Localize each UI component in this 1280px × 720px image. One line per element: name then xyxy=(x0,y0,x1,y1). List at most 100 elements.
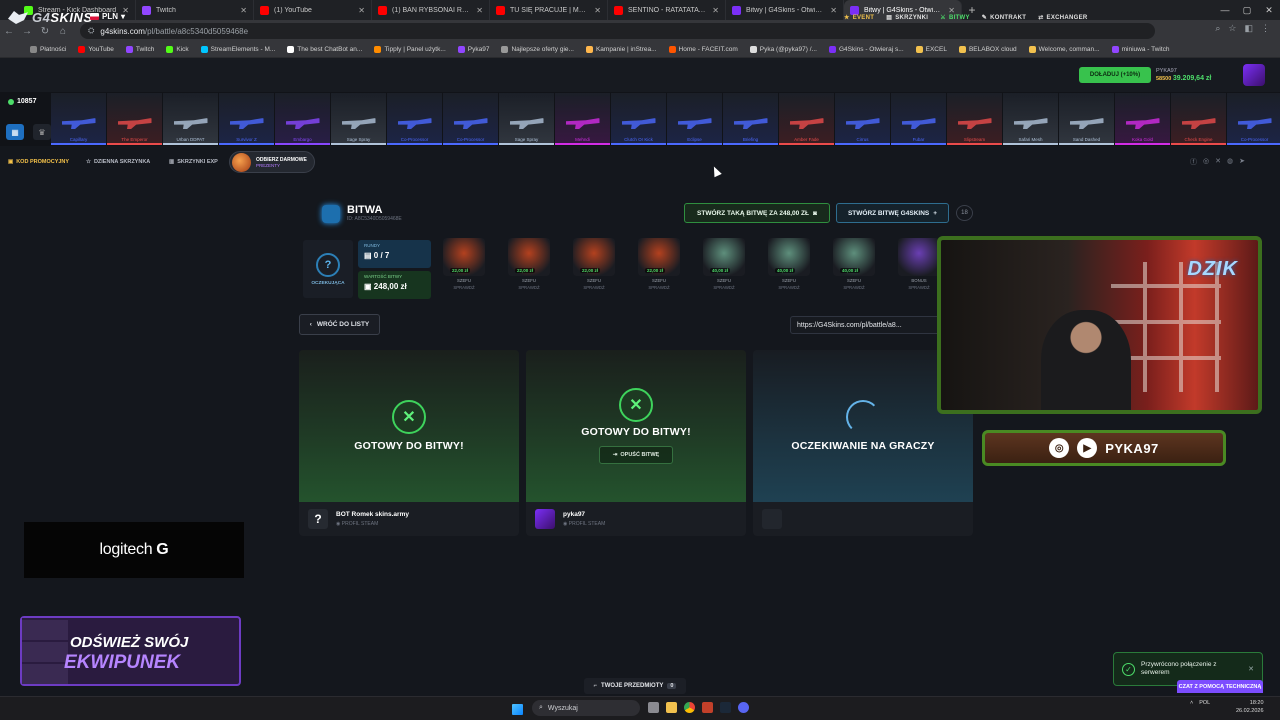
facebook-icon[interactable]: ⓕ xyxy=(1190,157,1197,167)
task-view-icon[interactable] xyxy=(648,702,659,713)
forward-icon[interactable]: → xyxy=(18,26,36,37)
nav-contract[interactable]: ✎ KONTRAKT xyxy=(982,14,1026,22)
bookmark-item[interactable]: Kick xyxy=(166,46,189,53)
exp-cases-link[interactable]: ▥ SKRZYNKI EXP xyxy=(169,159,218,165)
drop-item[interactable]: Embargo xyxy=(275,93,330,145)
discord-icon[interactable] xyxy=(738,702,749,713)
drop-item[interactable]: Urban DDPAT xyxy=(163,93,218,145)
battle-case[interactable]: 22,00 zł SZEFU SPRAWDŹ xyxy=(505,238,553,296)
browser-tab[interactable]: SENTINO - RATATATA prod. ✕ xyxy=(608,0,726,20)
steam-profile-link[interactable]: ◉ PROFIL STEAM xyxy=(336,521,409,527)
drop-item[interactable]: Amber Fade xyxy=(779,93,834,145)
back-icon[interactable]: ← xyxy=(0,26,18,37)
bookmark-item[interactable]: miniuwa - Twitch xyxy=(1111,46,1170,53)
language-indicator[interactable]: POL xyxy=(1199,700,1210,706)
file-explorer-icon[interactable] xyxy=(666,702,677,713)
close-tab-icon[interactable]: ✕ xyxy=(830,6,837,15)
drop-item[interactable]: Clutch Or Kick xyxy=(611,93,666,145)
drop-item[interactable]: Survivor Z xyxy=(219,93,274,145)
nav-battles[interactable]: ⚔ BITWY xyxy=(940,14,970,22)
case-check-link[interactable]: SPRAWDŹ xyxy=(453,285,474,290)
case-check-link[interactable]: SPRAWDŹ xyxy=(843,285,864,290)
user-avatar[interactable] xyxy=(1243,64,1265,86)
bookmark-item[interactable]: Twitch xyxy=(125,46,154,53)
close-tab-icon[interactable]: ✕ xyxy=(358,6,365,15)
top-drops-button[interactable]: ♛ xyxy=(33,124,51,140)
create-battle-button[interactable]: STWÓRZ BITWĘ G4SKINS + xyxy=(836,203,949,223)
battle-case[interactable]: 22,00 zł SZEFU SPRAWDŹ xyxy=(570,238,618,296)
x-icon[interactable]: ✕ xyxy=(1215,157,1221,167)
bookmark-item[interactable]: Welcome, comman... xyxy=(1028,46,1100,53)
bookmark-item[interactable]: Pyka (@pyka97) /... xyxy=(749,46,817,53)
reload-icon[interactable]: ↻ xyxy=(36,26,54,37)
drop-item[interactable]: Slipstream xyxy=(947,93,1002,145)
chevron-up-icon[interactable]: ˄ xyxy=(1190,700,1193,706)
case-check-link[interactable]: SPRAWDŹ xyxy=(518,285,539,290)
promo-code-link[interactable]: ▣ KOD PROMOCYJNY xyxy=(8,159,69,165)
windows-start-icon[interactable] xyxy=(512,704,523,715)
case-check-link[interactable]: SPRAWDŹ xyxy=(648,285,669,290)
steam-profile-link[interactable]: ◉ PROFIL STEAM xyxy=(563,521,605,527)
bookmark-item[interactable]: Najlepsze oferty gie... xyxy=(501,46,574,53)
bookmark-item[interactable]: Tipply | Panel użytk... xyxy=(374,46,446,53)
bookmark-item[interactable]: Home - FACEIT.com xyxy=(668,46,738,53)
daily-case-link[interactable]: ☆ DZIENNA SKRZYNKA xyxy=(86,159,150,165)
maximize-icon[interactable]: ▢ xyxy=(1236,0,1258,20)
browser-tab[interactable]: TU SIĘ PRACUJE | MYŚLAŁAM Ż ✕ xyxy=(490,0,608,20)
bookmark-item[interactable]: Płatności xyxy=(30,46,66,53)
discord-icon[interactable]: ◍ xyxy=(1227,157,1233,167)
instagram-icon[interactable]: ◎ xyxy=(1203,157,1209,167)
battle-share-url[interactable]: https://G4Skins.com/pl/battle/a8... xyxy=(790,316,940,334)
player-name[interactable]: BOT Romek skins.army xyxy=(336,511,409,518)
case-check-link[interactable]: SPRAWDŹ xyxy=(908,285,929,290)
chrome-icon[interactable] xyxy=(684,702,695,713)
steam-icon[interactable] xyxy=(720,702,731,713)
close-tab-icon[interactable]: ✕ xyxy=(476,6,483,15)
nav-exchanger[interactable]: ⇄ EXCHANGER xyxy=(1038,14,1087,22)
back-to-list-button[interactable]: ‹ WRÓĆ DO LISTY xyxy=(299,314,380,335)
battle-case[interactable]: 40,00 zł SZEFU SPRAWDŹ xyxy=(765,238,813,296)
nav-cases[interactable]: ▤ SKRZYNKI xyxy=(886,14,928,22)
bookmark-item[interactable]: G4Skins - Otwieraj s... xyxy=(828,46,904,53)
app-icon[interactable] xyxy=(702,702,713,713)
drop-item[interactable]: Cirrus xyxy=(835,93,890,145)
all-drops-button[interactable]: ▦ xyxy=(6,124,24,140)
browser-tab[interactable]: Twitch ✕ xyxy=(136,0,254,20)
support-chat-button[interactable]: CZAT Z POMOCĄ TECHNICZNĄ xyxy=(1177,680,1263,693)
case-check-link[interactable]: SPRAWDŹ xyxy=(778,285,799,290)
battle-case[interactable]: 22,00 zł SZEFU SPRAWDŹ xyxy=(635,238,683,296)
taskbar-clock[interactable]: 18:20 26.02.2026 xyxy=(1236,699,1264,715)
telegram-icon[interactable]: ➤ xyxy=(1239,157,1245,167)
battle-case[interactable]: 22,00 zł SZEFU SPRAWDŹ xyxy=(440,238,488,296)
close-tab-icon[interactable]: ✕ xyxy=(240,6,247,15)
drop-item[interactable]: Co-Processor xyxy=(387,93,442,145)
browser-tab[interactable]: Bitwy | G4Skins - Otwieraj skrz ✕ xyxy=(726,0,844,20)
deposit-button[interactable]: DOŁADUJ (+10%) xyxy=(1079,67,1151,83)
drop-item[interactable]: Sage Spray xyxy=(331,93,386,145)
drop-item[interactable]: Sand Dashed xyxy=(1059,93,1114,145)
bookmark-item[interactable]: StreamElements - M... xyxy=(200,46,275,53)
battle-case[interactable]: 40,00 zł SZEFU SPRAWDŹ xyxy=(830,238,878,296)
player-name[interactable]: pyka97 xyxy=(563,511,605,518)
taskbar-search[interactable]: ⌕ Wyszukaj xyxy=(532,700,640,716)
browser-tab[interactable]: (1) BAN RYBSONAI ROZMAWI ✕ xyxy=(372,0,490,20)
bookmark-item[interactable]: Kampanie | inStrea... xyxy=(585,46,657,53)
extensions-icon[interactable]: ◧ xyxy=(1244,23,1253,34)
url-input[interactable]: ⛭ g4skins.com/pl/battle/a8c5340d5059468e xyxy=(80,23,1155,39)
create-same-battle-button[interactable]: STWÓRZ TAKĄ BITWĘ ZA 248,00 ZŁ ◙ xyxy=(684,203,830,223)
browser-tab[interactable]: (1) YouTube ✕ xyxy=(254,0,372,20)
user-balance[interactable]: PYKA97 58500 39.209,64 zł xyxy=(1156,67,1211,83)
bookmark-item[interactable]: The best ChatBot an... xyxy=(287,46,362,53)
your-items-button[interactable]: ⌐ TWOJE PRZEDMIOTY 0 xyxy=(584,678,686,694)
close-tab-icon[interactable]: ✕ xyxy=(712,6,719,15)
drop-item[interactable]: Check Engine xyxy=(1171,93,1226,145)
case-check-link[interactable]: SPRAWDŹ xyxy=(583,285,604,290)
drop-item[interactable]: Fubar xyxy=(891,93,946,145)
close-icon[interactable]: ✕ xyxy=(1248,665,1254,673)
drop-item[interactable]: Co-Processor xyxy=(1227,93,1280,145)
bookmark-star-icon[interactable]: ☆ xyxy=(1228,23,1236,34)
site-logo[interactable]: G4SKINS xyxy=(8,10,93,25)
drop-item[interactable]: Koka Gold xyxy=(1115,93,1170,145)
drop-item[interactable]: Capillary xyxy=(51,93,106,145)
site-info-icon[interactable]: ⛭ xyxy=(88,26,94,36)
